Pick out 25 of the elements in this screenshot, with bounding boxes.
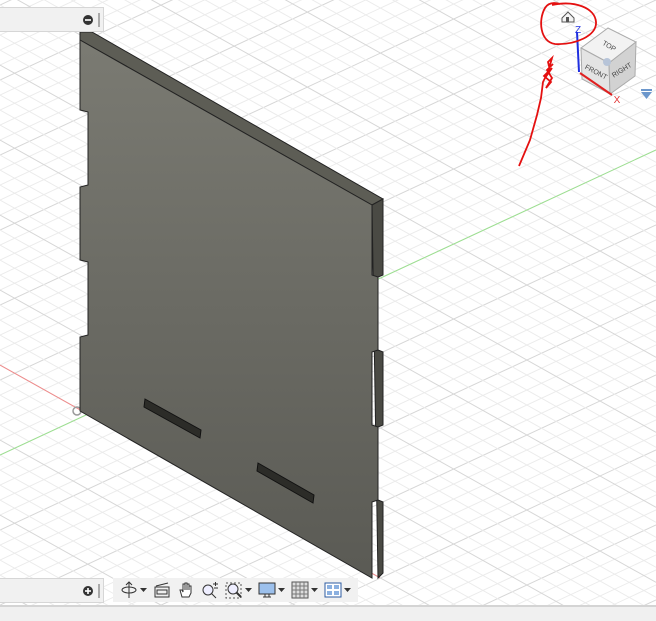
viewports-button[interactable] xyxy=(322,580,353,600)
zoom-icon xyxy=(201,581,219,599)
zoom-window-button[interactable] xyxy=(223,580,254,600)
expand-icon[interactable] xyxy=(83,586,93,596)
display-icon xyxy=(258,581,276,599)
caret-icon[interactable] xyxy=(278,588,285,592)
caret-icon[interactable] xyxy=(245,588,252,592)
origin-icon xyxy=(72,406,82,416)
caret-icon[interactable] xyxy=(311,588,318,592)
grid-button[interactable] xyxy=(289,580,320,600)
home-icon[interactable] xyxy=(562,11,574,22)
grid-icon xyxy=(291,581,309,599)
screen-icon xyxy=(153,581,171,599)
display-button[interactable] xyxy=(256,580,287,600)
axis-label: X xyxy=(614,95,620,106)
view-menu-icon[interactable] xyxy=(641,89,652,99)
view-cube[interactable] xyxy=(580,27,637,95)
orbit-icon xyxy=(120,581,138,599)
caret-icon[interactable] xyxy=(140,588,147,592)
drag-handle[interactable] xyxy=(98,12,100,26)
caret-icon[interactable] xyxy=(344,588,351,592)
drag-handle[interactable] xyxy=(98,584,100,598)
zoom-window-icon xyxy=(225,581,243,599)
viewports-icon xyxy=(324,581,342,599)
collapse-icon[interactable] xyxy=(83,14,93,24)
